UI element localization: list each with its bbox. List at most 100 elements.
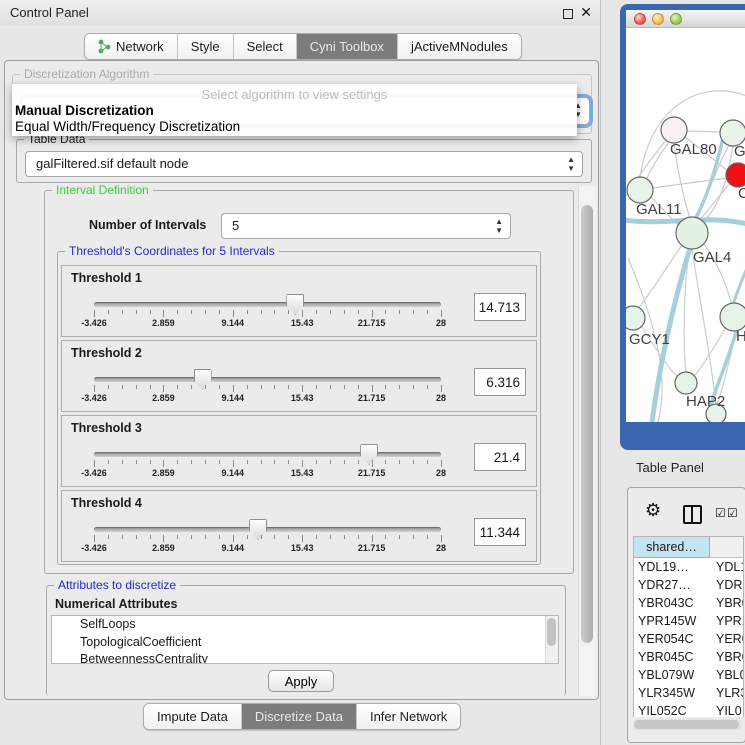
cell-name[interactable]: YER0 (710, 630, 744, 648)
cell-name[interactable]: YDL1 (710, 558, 744, 576)
table-data-group: Table Data galFiltered.sif default node … (16, 139, 592, 183)
slider-ticks (94, 535, 441, 543)
tab-style[interactable]: Style (178, 34, 234, 59)
network-node[interactable] (627, 177, 653, 203)
table-row[interactable]: YDL19…YDL1 (634, 558, 744, 576)
table-row[interactable]: YLR345WYLR3 (634, 684, 744, 702)
threshold-panel: Threshold 4 -3.4262.8599.14415.4321.71528… (61, 490, 537, 562)
mac-minimize-icon[interactable] (652, 13, 664, 25)
slider-track[interactable] (94, 452, 441, 457)
attribute-list-item[interactable]: BetweennessCentrality (52, 651, 558, 664)
threshold-value-field[interactable]: 14.713 (474, 293, 526, 321)
network-edge[interactable] (733, 258, 745, 308)
tab-label: Discretize Data (255, 709, 343, 724)
top-tab-bar: NetworkStyleSelect Cyni Toolbox jActiveMNo… (84, 33, 522, 60)
panel-splitter[interactable] (600, 0, 601, 745)
threshold-label: Threshold 4 (71, 496, 142, 510)
attribute-list-item[interactable]: SelfLoops (52, 616, 558, 634)
slider-track[interactable] (94, 377, 441, 382)
checkbox-icon[interactable] (727, 504, 738, 522)
scrollbar-thumb[interactable] (547, 618, 556, 646)
tab-jactivemnodules[interactable]: jActiveMNodules (398, 34, 521, 59)
scrollbar-thumb[interactable] (581, 205, 593, 643)
network-node[interactable] (675, 372, 697, 394)
network-node[interactable] (626, 306, 645, 330)
table-row[interactable]: YBR045CYBR0 (634, 648, 744, 666)
column-header[interactable]: na (710, 537, 744, 558)
cell-shared-name[interactable]: YBL079W (634, 666, 710, 684)
cell-shared-name[interactable]: YLR345W (634, 684, 710, 702)
tab-discretize-data[interactable]: Discretize Data (242, 704, 357, 729)
tab-cyni-toolbox[interactable]: Cyni Toolbox (297, 34, 398, 59)
threshold-value-field[interactable]: 6.316 (474, 368, 526, 396)
tab-network[interactable]: Network (85, 34, 178, 59)
cell-shared-name[interactable]: YPR145W (634, 612, 710, 630)
network-icon (98, 39, 111, 54)
cell-shared-name[interactable]: YBR043C (634, 594, 710, 612)
threshold-panel: Threshold 3-3.4262.8599.14415.4321.71528… (61, 415, 537, 487)
network-node[interactable] (676, 217, 708, 249)
tab-impute-data[interactable]: Impute Data (144, 704, 242, 729)
mac-close-icon[interactable] (634, 13, 646, 25)
attributes-list[interactable]: SelfLoopsTopologicalCoefficientBetweenne… (51, 615, 559, 664)
cell-shared-name[interactable]: YBR045C (634, 648, 710, 666)
cell-name[interactable]: YBR0 (710, 594, 744, 612)
close-icon[interactable]: ✕ (580, 4, 592, 21)
column-header[interactable]: shared… (634, 537, 710, 558)
network-window-titlebar[interactable] (626, 10, 745, 28)
network-edge[interactable] (694, 327, 726, 376)
gear-icon[interactable] (645, 500, 661, 521)
table-row[interactable]: YPR145WYPR1 (634, 612, 744, 630)
cell-name[interactable]: YIL0 (710, 702, 744, 717)
network-canvas[interactable]: GAL80GACGAL11GAL4GCY1HHAP2 (626, 28, 745, 422)
threshold-panel: Threshold 1-3.4262.8599.14415.4321.71528… (61, 265, 537, 337)
cell-shared-name[interactable]: YIL052C (634, 702, 710, 717)
dropdown-option[interactable]: Equal Width/Frequency Discretization (15, 119, 240, 134)
mac-zoom-icon[interactable] (670, 13, 682, 25)
threshold-value-field[interactable]: 11.344 (474, 518, 526, 546)
table-row[interactable]: YBR043CYBR0 (634, 594, 744, 612)
network-node[interactable] (661, 117, 687, 143)
table-row[interactable]: YBL079WYBL0 (634, 666, 744, 684)
number-of-intervals-combobox[interactable]: 5 ▲▼ (221, 213, 511, 239)
split-column-icon[interactable] (683, 505, 702, 524)
node-label: C (738, 185, 745, 202)
apply-button[interactable]: Apply (268, 670, 334, 692)
node-label: HAP2 (686, 393, 725, 410)
panel-vertical-scrollbar[interactable] (578, 186, 596, 696)
cell-name[interactable]: YDR2 (710, 576, 744, 594)
horizontal-scrollbar[interactable] (633, 719, 742, 730)
network-node[interactable] (720, 303, 745, 331)
dropdown-option[interactable]: Manual Discretization (15, 103, 154, 118)
cell-name[interactable]: YBL0 (710, 666, 744, 684)
tab-label: Cyni Toolbox (310, 39, 384, 54)
slider-track[interactable] (94, 302, 441, 307)
threshold-value-field[interactable]: 21.4 (474, 443, 526, 471)
network-edge[interactable] (652, 178, 727, 188)
threshold-panels: Threshold 1-3.4262.8599.14415.4321.71528… (61, 265, 537, 565)
node-label: H (736, 328, 745, 345)
table-row[interactable]: YIL052CYIL0 (634, 702, 744, 717)
scrollbar-thumb[interactable] (634, 720, 739, 729)
slider-track[interactable] (94, 527, 441, 532)
network-edge[interactable] (686, 131, 721, 132)
cell-name[interactable]: YPR1 (710, 612, 744, 630)
attribute-list-item[interactable]: TopologicalCoefficient (52, 634, 558, 652)
checkbox-icon[interactable] (715, 504, 726, 522)
vertical-scrollbar[interactable] (545, 616, 558, 663)
cell-shared-name[interactable]: YDR27… (634, 576, 710, 594)
slider-tick-labels: -3.4262.8599.14415.4321.71528 (94, 318, 441, 329)
tab-infer-network[interactable]: Infer Network (357, 704, 460, 729)
cell-shared-name[interactable]: YDL19… (634, 558, 710, 576)
node-table[interactable]: shared… na YDL19…YDL1YDR27…YDR2YBR043CYB… (633, 536, 744, 717)
network-node[interactable] (726, 163, 745, 187)
cell-name[interactable]: YLR3 (710, 684, 744, 702)
tab-select[interactable]: Select (234, 34, 297, 59)
table-data-combobox[interactable]: galFiltered.sif default node ▲▼ (25, 151, 583, 177)
float-window-icon[interactable] (563, 9, 573, 19)
cell-shared-name[interactable]: YER054C (634, 630, 710, 648)
cell-name[interactable]: YBR0 (710, 648, 744, 666)
table-row[interactable]: YDR27…YDR2 (634, 576, 744, 594)
table-row[interactable]: YER054CYER0 (634, 630, 744, 648)
slider-tick-labels: -3.4262.8599.14415.4321.71528 (94, 543, 441, 554)
